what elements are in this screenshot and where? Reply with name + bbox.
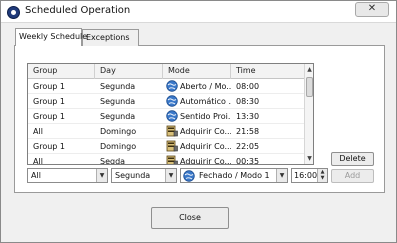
cell-time: 21:58 [231, 124, 304, 139]
cell-time-text: 22:05 [236, 142, 260, 151]
cell-mode: Aberto / Mo... [163, 79, 231, 94]
cell-mode: Sentido Proi... [163, 109, 231, 124]
cell-mode: Adquirir Co... [163, 139, 231, 154]
day-select[interactable]: Segunda ▼ [111, 168, 177, 183]
cell-time: 22:05 [231, 139, 304, 154]
column-header-group[interactable]: Group [28, 64, 95, 79]
cell-mode-text: Adquirir Co... [180, 142, 231, 151]
scroll-down-arrow-icon[interactable]: ▼ [305, 153, 313, 164]
app-icon [7, 6, 20, 19]
cell-group: All [28, 154, 95, 165]
close-button[interactable]: Close [151, 207, 229, 229]
cell-day: Segunda [95, 94, 163, 109]
cell-mode: Adquirir Co... [163, 154, 231, 165]
cell-time: 08:30 [231, 94, 304, 109]
table-row[interactable]: Group 1 Domingo Adquirir Co... 22:05 [28, 139, 304, 154]
scheduled-operation-window: Scheduled Operation ✕ Exceptions Weekly … [0, 0, 397, 243]
cell-day: Segda [95, 154, 163, 165]
spin-down-icon[interactable]: ▼ [318, 175, 327, 181]
cell-group: Group 1 [28, 79, 95, 94]
time-input-value: 16:00 [294, 171, 318, 180]
title-bar: Scheduled Operation ✕ [1, 1, 396, 23]
cell-group-text: Group 1 [33, 112, 65, 121]
globe-icon [166, 95, 178, 107]
cell-group-text: Group 1 [33, 142, 65, 151]
chevron-down-icon[interactable]: ▼ [96, 169, 107, 182]
server-icon [166, 125, 178, 137]
column-header-time[interactable]: Time [231, 64, 304, 79]
cell-group-text: Group 1 [33, 82, 65, 91]
time-input[interactable]: 16:00 ▲ ▼ [291, 168, 328, 183]
grid-vertical-scrollbar[interactable]: ▲ ▼ [304, 64, 313, 164]
chevron-down-icon[interactable]: ▼ [165, 169, 176, 182]
scroll-thumb[interactable] [306, 77, 313, 97]
cell-day-text: Domingo [100, 142, 137, 151]
day-select-value: Segunda [115, 171, 151, 180]
cell-mode: Automático ... [163, 94, 231, 109]
server-icon [166, 140, 178, 152]
time-spinner[interactable]: ▲ ▼ [317, 169, 327, 182]
globe-icon [183, 170, 195, 182]
cell-time-text: 08:00 [236, 82, 260, 91]
cell-group: Group 1 [28, 109, 95, 124]
cell-mode-text: Adquirir Co... [180, 157, 231, 165]
globe-icon [166, 110, 178, 122]
cell-group: All [28, 124, 95, 139]
cell-day: Segunda [95, 109, 163, 124]
cell-group: Group 1 [28, 139, 95, 154]
cell-day: Segunda [95, 79, 163, 94]
schedule-grid: Group Day Mode Time Group 1 Segunda Aberto… [27, 63, 314, 165]
chevron-down-icon[interactable]: ▼ [276, 169, 287, 182]
globe-icon [166, 80, 178, 92]
cell-time: 08:00 [231, 79, 304, 94]
cell-group: Group 1 [28, 94, 95, 109]
cell-group-text: Group 1 [33, 97, 65, 106]
cell-day-text: Domingo [100, 127, 137, 136]
cell-time-text: 08:30 [236, 97, 260, 106]
cell-time: 00:35 [231, 154, 304, 165]
table-row[interactable]: All Domingo Adquirir Co... 21:58 [28, 124, 304, 139]
grid-header: Group Day Mode Time [28, 64, 304, 79]
cell-group-text: All [33, 157, 43, 165]
cell-mode: Adquirir Co... [163, 124, 231, 139]
scroll-up-arrow-icon[interactable]: ▲ [305, 64, 313, 75]
window-close-button[interactable]: ✕ [355, 2, 389, 17]
mode-select-value: Fechado / Modo 1 [199, 171, 270, 180]
cell-day-text: Segunda [100, 82, 136, 91]
mode-select[interactable]: Fechado / Modo 1 ▼ [180, 168, 288, 183]
cell-mode-text: Aberto / Mo... [180, 82, 231, 91]
group-select-value: All [31, 171, 41, 180]
cell-time-text: 00:35 [236, 157, 260, 165]
table-row[interactable]: Group 1 Segunda Aberto / Mo... 08:00 [28, 79, 304, 94]
group-select[interactable]: All ▼ [27, 168, 108, 183]
column-header-day[interactable]: Day [95, 64, 163, 79]
window-title: Scheduled Operation [25, 5, 131, 16]
table-row[interactable]: All Segda Adquirir Co... 00:35 [28, 154, 304, 165]
cell-day-text: Segunda [100, 112, 136, 121]
tab-weekly-schedule[interactable]: Weekly Schedule [15, 28, 87, 46]
cell-time-text: 21:58 [236, 127, 260, 136]
cell-mode-text: Adquirir Co... [180, 127, 231, 136]
cell-time: 13:30 [231, 109, 304, 124]
table-row[interactable]: Group 1 Segunda Sentido Proi... 13:30 [28, 109, 304, 124]
column-header-mode[interactable]: Mode [163, 64, 231, 79]
cell-mode-text: Sentido Proi... [180, 112, 231, 121]
server-icon [166, 155, 178, 164]
cell-time-text: 13:30 [236, 112, 260, 121]
cell-day-text: Segunda [100, 97, 136, 106]
cell-group-text: All [33, 127, 43, 136]
add-button[interactable]: Add [331, 169, 374, 183]
cell-mode-text: Automático ... [180, 97, 231, 106]
cell-day: Domingo [95, 139, 163, 154]
tab-exceptions[interactable]: Exceptions [82, 29, 139, 46]
cell-day: Domingo [95, 124, 163, 139]
table-row[interactable]: Group 1 Segunda Automático ... 08:30 [28, 94, 304, 109]
cell-day-text: Segda [100, 157, 126, 165]
delete-button[interactable]: Delete [331, 152, 374, 166]
